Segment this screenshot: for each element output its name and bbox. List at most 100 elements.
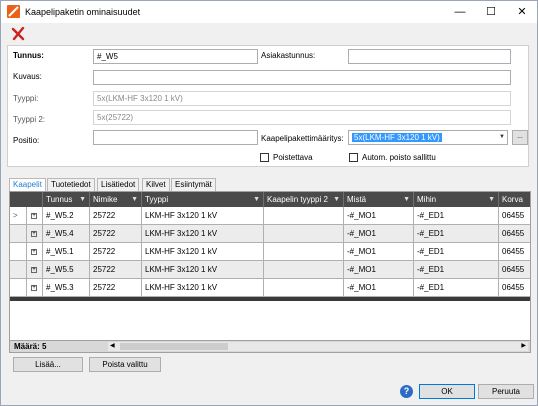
table-cell[interactable]: -#_ED1 [414,207,499,225]
row-selector[interactable] [10,243,27,261]
row-selector[interactable] [10,261,27,279]
column-header-nimike[interactable]: Nimike ▼ [90,192,142,207]
table-row[interactable]: + #_W5.1 25722 LKM-HF 3x120 1 kV -#_MO1 -#_ED… [10,243,530,261]
tab-tuotetiedot[interactable]: Tuotetiedot [47,178,95,191]
kuvaus-field[interactable] [93,70,511,85]
table-cell[interactable]: 25722 [90,261,142,279]
table-cell[interactable]: -#_ED1 [414,243,499,261]
app-icon [7,5,20,18]
table-cell[interactable] [264,279,344,297]
delete-x-icon[interactable] [11,26,25,41]
chevron-down-icon: ▼ [499,134,505,140]
maaritys-browse-button[interactable]: ... [512,130,528,145]
minimize-button[interactable]: — [445,1,475,23]
table-cell[interactable] [264,207,344,225]
cables-grid[interactable]: Tunnus ▼ Nimike ▼ Tyyppi ▼ Kaapelin tyyppi … [9,191,531,341]
table-row[interactable]: + #_W5.3 25722 LKM-HF 3x120 1 kV -#_MO1 -#_ED… [10,279,530,297]
table-cell[interactable] [264,243,344,261]
scroll-left-icon[interactable]: ◀ [110,342,115,351]
table-cell[interactable]: -#_MO1 [344,243,414,261]
expand-icon[interactable]: + [31,213,37,219]
filter-icon[interactable]: ▼ [253,192,260,207]
maximize-button[interactable]: ☐ [476,1,506,23]
tab-lisatiedot[interactable]: Lisätiedot [97,178,140,191]
horizontal-scrollbar[interactable]: ◀ ▶ [108,342,528,351]
table-cell[interactable]: 06455 [499,207,530,225]
filter-icon[interactable]: ▼ [131,192,138,207]
asiakastunnus-field[interactable] [348,49,511,64]
table-cell[interactable]: 06455 [499,279,530,297]
poistettava-checkbox[interactable] [260,153,269,162]
row-selector[interactable] [10,225,27,243]
table-cell[interactable]: 06455 [499,225,530,243]
table-cell[interactable]: #_W5.3 [43,279,90,297]
table-row[interactable]: + #_W5.4 25722 LKM-HF 3x120 1 kV -#_MO1 -#_ED… [10,225,530,243]
table-cell[interactable]: LKM-HF 3x120 1 kV [142,243,264,261]
column-header-tunnus[interactable]: Tunnus ▼ [43,192,90,207]
table-cell[interactable]: -#_MO1 [344,207,414,225]
table-cell[interactable]: LKM-HF 3x120 1 kV [142,225,264,243]
help-icon[interactable]: ? [400,385,413,398]
expand-icon[interactable]: + [31,249,37,255]
table-cell[interactable]: -#_ED1 [414,261,499,279]
autom-poisto-checkbox[interactable] [349,153,358,162]
expand-icon[interactable]: + [31,231,37,237]
positio-field[interactable] [93,130,258,145]
table-row[interactable]: > + #_W5.2 25722 LKM-HF 3x120 1 kV -#_MO1 -#_E… [10,207,530,225]
column-header-mista[interactable]: Mistä ▼ [344,192,414,207]
add-button[interactable]: Lisää... [13,357,83,372]
table-cell[interactable]: #_W5.1 [43,243,90,261]
table-cell[interactable]: #_W5.2 [43,207,90,225]
table-cell[interactable] [264,225,344,243]
table-cell[interactable]: #_W5.5 [43,261,90,279]
table-row[interactable]: + #_W5.5 25722 LKM-HF 3x120 1 kV -#_MO1 -#_ED… [10,261,530,279]
tab-kaapelit[interactable]: Kaapelit [9,178,46,192]
close-button[interactable]: ✕ [507,1,537,23]
column-header-korvaa[interactable]: Korva [499,192,530,207]
column-header-label: Kaapelin tyyppi 2 [267,195,328,204]
scroll-right-icon[interactable]: ▶ [521,342,526,351]
table-cell[interactable]: -#_MO1 [344,225,414,243]
column-header-kaapelin-tyyppi-2[interactable]: Kaapelin tyyppi 2 ▼ [264,192,344,207]
table-cell[interactable]: 25722 [90,243,142,261]
filter-icon[interactable]: ▼ [403,192,410,207]
cancel-button[interactable]: Peruuta [478,384,534,399]
row-expander-cell: + [27,243,43,261]
filter-icon[interactable]: ▼ [488,192,495,207]
expand-icon[interactable]: + [31,285,37,291]
table-cell[interactable]: LKM-HF 3x120 1 kV [142,279,264,297]
row-selector[interactable] [10,279,27,297]
table-cell[interactable]: 25722 [90,207,142,225]
table-cell[interactable]: #_W5.4 [43,225,90,243]
table-cell[interactable]: 06455 [499,261,530,279]
filter-icon[interactable]: ▼ [333,192,340,207]
table-cell[interactable]: -#_ED1 [414,225,499,243]
table-cell[interactable]: -#_MO1 [344,279,414,297]
table-cell[interactable]: 06455 [499,243,530,261]
table-cell[interactable]: -#_MO1 [344,261,414,279]
tab-esiintymat[interactable]: Esiintymät [171,178,216,191]
maaritys-dropdown[interactable]: 5x(LKM-HF 3x120 1 kV) ▼ [348,130,508,145]
expand-icon[interactable]: + [31,267,37,273]
table-cell[interactable]: -#_ED1 [414,279,499,297]
table-cell[interactable] [264,261,344,279]
tunnus-field[interactable]: #_W5 [93,49,258,64]
filter-icon[interactable]: ▼ [79,192,86,207]
row-selector[interactable]: > [10,207,27,225]
scrollbar-thumb[interactable] [120,343,228,350]
column-header-tyyppi[interactable]: Tyyppi ▼ [142,192,264,207]
tab-kilvet[interactable]: Kilvet [142,178,170,191]
remove-selected-button[interactable]: Poista valittu [89,357,161,372]
maaritys-label: Kaapelipakettimääritys: [261,134,344,143]
positio-label: Positio: [13,136,40,145]
properties-window: Kaapelipaketin ominaisuudet — ☐ ✕ Tunnus… [0,0,538,406]
table-cell[interactable]: 25722 [90,279,142,297]
table-cell[interactable]: LKM-HF 3x120 1 kV [142,261,264,279]
table-cell[interactable]: 25722 [90,225,142,243]
column-header-label: Tunnus [46,195,73,204]
table-cell[interactable]: LKM-HF 3x120 1 kV [142,207,264,225]
properties-form: Tunnus: #_W5 Asiakastunnus: Kuvaus: Tyyp… [7,45,529,167]
ok-button[interactable]: OK [419,384,475,399]
column-header-mihin[interactable]: Mihin ▼ [414,192,499,207]
column-header-label: Nimike [93,195,118,204]
